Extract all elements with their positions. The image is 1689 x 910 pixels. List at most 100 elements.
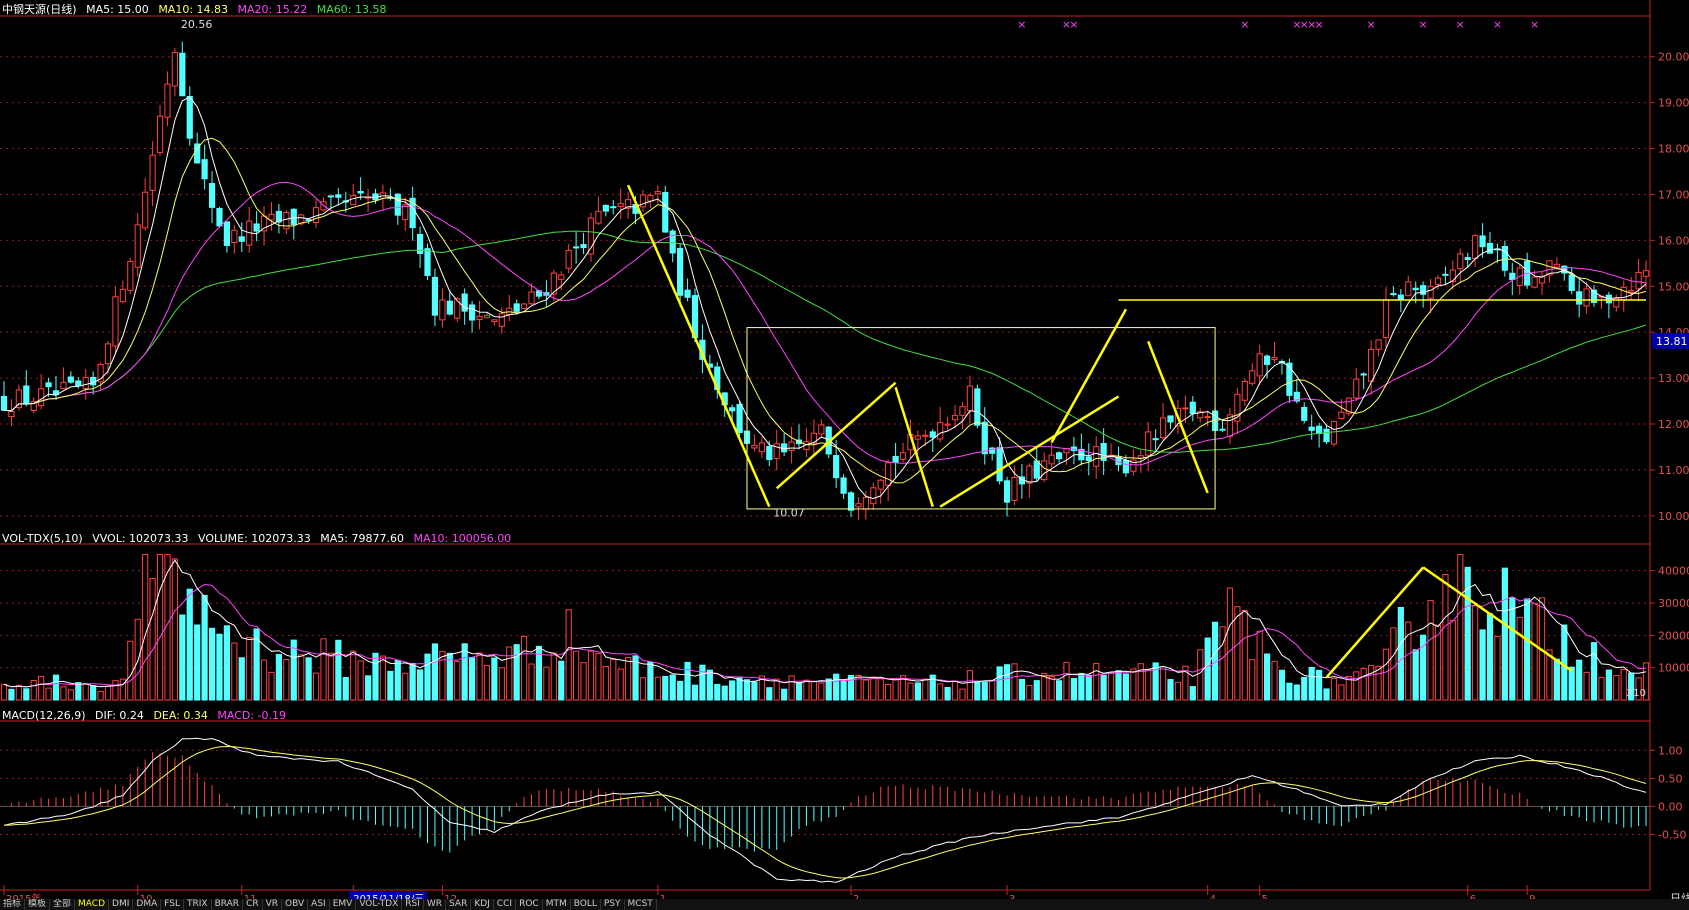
price-candle [1241,380,1248,401]
legend-ma20: MA20: 15.22 [237,3,308,16]
signal-mark: × [1367,18,1376,31]
volume-bar [1301,676,1308,701]
price-candle [67,376,74,383]
price-candle [231,229,238,243]
volume-bar [1583,671,1590,701]
volume-bar [1323,688,1330,701]
price-candle [1055,452,1063,460]
price-candle [951,414,959,421]
volume-bar [1107,671,1115,701]
price-candle [1085,456,1092,462]
volume-bar [1368,664,1375,701]
volume-bar [580,662,587,701]
volume-bar [1085,674,1092,701]
volume-bar [0,683,8,701]
price-candle [1033,460,1040,479]
indicator-tab[interactable]: DMI [109,899,134,910]
volume-bar [461,643,468,701]
indicator-tab[interactable]: MACD [75,899,110,910]
indicator-tab[interactable]: SAR [446,899,472,910]
indicator-tab[interactable]: 模板 [25,899,51,910]
indicator-tab[interactable]: VR [263,899,283,910]
indicator-tab[interactable]: MCST [625,899,657,910]
volume-bar [1553,658,1560,701]
indicator-tab[interactable]: FSL [161,899,184,910]
price-tag-label: 13.81 [1656,335,1688,348]
volume-bar [795,682,803,701]
price-candle [1026,465,1033,484]
price-candle [885,462,892,486]
indicator-tab[interactable]: CR [243,899,263,910]
volume-bar [260,659,268,701]
volume-bar [773,678,780,701]
indicator-tab[interactable]: TRIX [184,899,212,910]
volume-bar [30,680,37,701]
volume-bar [223,625,231,701]
volume-bar [1063,661,1070,701]
volume-bar [1055,680,1063,701]
price-candle [1420,285,1427,295]
volume-bar [416,669,424,701]
indicator-tab[interactable]: RSI [402,899,424,910]
volume-bar [1598,676,1605,701]
volume-bar [305,657,312,701]
indicator-tab[interactable]: OBV [282,899,309,910]
volume-bar [97,690,104,701]
legend-ma5: MA5: 15.00 [86,3,149,16]
low-price-label: 10.07 [773,507,805,520]
indicator-tab[interactable]: WR [424,899,447,910]
macd-legend: MACD(12,26,9) DIF: 0.24 DEA: 0.34 MACD: … [2,709,292,722]
price-candle [513,303,520,312]
dea-line [3,745,1647,879]
volume-tick-label: 40000 [1658,565,1689,578]
volume-bar [870,676,877,701]
volume-bar [617,668,624,701]
price-candle [216,208,223,227]
volume-bar [1457,553,1464,701]
volume-bar [825,678,832,701]
indicator-tab[interactable]: ROC [516,899,543,910]
volume-bar [112,680,119,701]
volume-bar [974,680,981,701]
volume-bar [944,687,951,701]
price-candle [476,315,483,320]
volume-bar [691,684,699,701]
price-candle [1635,271,1642,290]
volume-bar [127,640,134,701]
price-candle [483,315,491,319]
price-candle [870,487,877,505]
volume-bar [409,662,416,701]
indicator-tab[interactable]: CCI [494,899,517,910]
price-candle [424,248,431,276]
volume-bar [1033,680,1040,701]
volume-bar [989,679,996,701]
price-candle [238,236,245,242]
indicator-tab[interactable]: ASI [308,899,330,910]
volume-bar [298,654,305,701]
price-candle [431,276,439,316]
indicator-tab[interactable]: 指标 [0,899,26,910]
indicator-tab[interactable]: DMA [133,899,162,910]
volume-bar [833,673,840,701]
indicator-tab[interactable]: BRAR [212,899,244,910]
volume-bar [684,661,691,701]
volume-bar [1486,613,1494,701]
price-candle [528,291,535,305]
indicator-tab[interactable]: MTM [543,899,571,910]
price-candle [1531,276,1538,288]
price-candle [788,441,795,451]
price-candle [15,389,22,409]
indicator-tab[interactable]: BOLL [571,899,601,910]
indicator-tab[interactable]: 全部 [50,899,76,910]
volume-bar [721,685,728,701]
indicator-tab[interactable]: EMV [330,899,357,910]
legend-vvol: VVOL: 102073.33 [92,532,189,545]
volume-bar [1197,649,1204,701]
indicator-tab[interactable]: KDJ [471,899,494,910]
legend-macd: MACD: -0.19 [217,709,287,722]
price-candle [45,382,52,388]
indicator-tab[interactable]: PSY [601,899,625,910]
volume-bar [431,643,439,701]
volume-bar [90,685,97,701]
indicator-tab[interactable]: VOL-TDX [356,899,403,910]
